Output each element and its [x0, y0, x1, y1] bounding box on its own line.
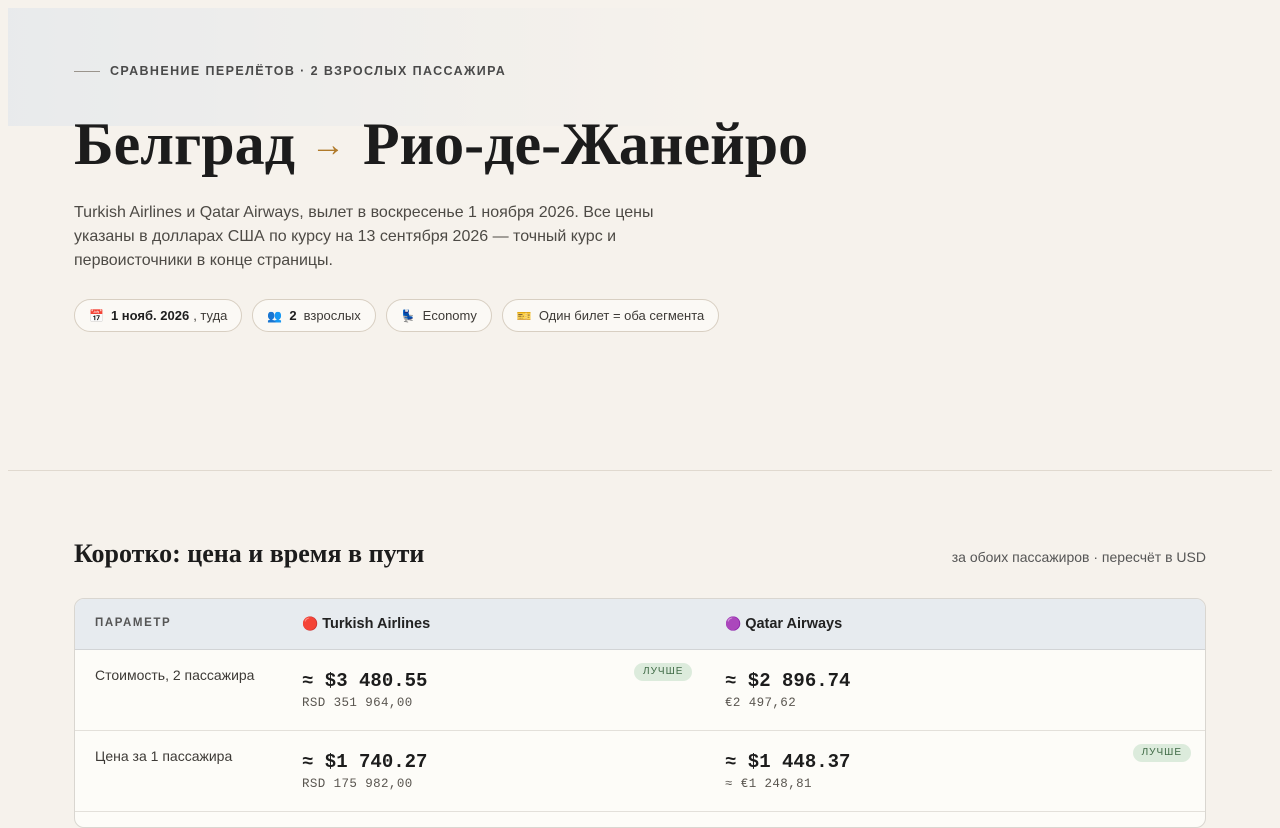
section-note: за обоих пассажиров · пересчёт в USD	[951, 549, 1206, 565]
arrow-icon: →	[310, 127, 345, 164]
price-original: ≈ €1 248,81	[725, 777, 812, 791]
seat-icon: 💺	[400, 308, 416, 323]
page-title: Белград → Рио-де-Жанейро	[74, 108, 808, 182]
price-original: RSD 175 982,00	[302, 777, 413, 791]
ticket-icon: 🎫	[516, 308, 532, 323]
row-label: Стоимость, 2 пассажира	[95, 667, 255, 683]
price-value: ≈ $1 448.37	[725, 751, 851, 773]
purple-circle-icon: 🟣	[725, 616, 742, 631]
comparison-table: ПАРАМЕТР 🔴 Turkish Airlines 🟣 Qatar Airw…	[74, 598, 1206, 828]
calendar-icon: 📅	[89, 308, 104, 323]
chip-date-value: 1 нояб. 2026	[110, 308, 190, 323]
eyebrow: СРАВНЕНИЕ ПЕРЕЛЁТОВ · 2 ВЗРОСЛЫХ ПАССАЖИ…	[74, 64, 506, 78]
header-turkish-airlines: 🔴 Turkish Airlines	[302, 599, 430, 649]
table-header: ПАРАМЕТР 🔴 Turkish Airlines 🟣 Qatar Airw…	[75, 599, 1205, 650]
better-badge: ЛУЧШЕ	[634, 663, 693, 681]
header-parameter: ПАРАМЕТР	[95, 617, 172, 629]
chip-date-suffix: , туда	[193, 308, 228, 323]
table-row: Стоимость, 2 пассажира ≈ $3 480.55 RSD 3…	[75, 650, 1205, 731]
header-qatar-airways: 🟣 Qatar Airways	[725, 599, 842, 649]
cell-turkish: ≈ $3 480.55 RSD 351 964,00	[302, 669, 427, 710]
airline-name: Qatar Airways	[745, 616, 843, 632]
row-label: Цена за 1 пассажира	[95, 748, 233, 764]
cell-qatar: ≈ $1 448.37 ≈ €1 248,81	[725, 750, 850, 791]
chip-cabin-label: Economy	[422, 308, 477, 323]
section-title: Коротко: цена и время в пути	[74, 539, 425, 568]
chip-date[interactable]: 📅 1 нояб. 2026 , туда	[74, 299, 243, 332]
price-value: ≈ $2 896.74	[725, 670, 851, 692]
people-icon: 👥	[267, 308, 283, 323]
chip-cabin-class[interactable]: 💺 Economy	[385, 299, 492, 332]
chip-ticket-label: Один билет = оба сегмента	[538, 308, 705, 323]
chip-passengers-label: взрослых	[303, 308, 361, 323]
origin-city: Белград	[74, 111, 295, 177]
section-divider	[8, 470, 1272, 471]
chip-passengers-count: 2	[289, 308, 297, 323]
eyebrow-text: СРАВНЕНИЕ ПЕРЕЛЁТОВ · 2 ВЗРОСЛЫХ ПАССАЖИ…	[110, 64, 507, 78]
destination-city: Рио-де-Жанейро	[362, 111, 809, 177]
filter-chips: 📅 1 нояб. 2026 , туда 👥 2 взрослых 💺 Eco…	[74, 299, 720, 332]
cell-qatar: ≈ $2 896.74 €2 497,62	[725, 669, 850, 710]
chip-passengers[interactable]: 👥 2 взрослых	[252, 299, 376, 332]
better-badge: ЛУЧШЕ	[1132, 744, 1191, 762]
eyebrow-rule	[74, 70, 100, 72]
airline-name: Turkish Airlines	[322, 616, 431, 632]
price-value: ≈ $1 740.27	[302, 751, 428, 773]
red-circle-icon: 🔴	[302, 616, 319, 631]
subtitle: Turkish Airlines и Qatar Airways, вылет …	[74, 204, 654, 269]
price-original: €2 497,62	[725, 696, 797, 710]
price-value: ≈ $3 480.55	[302, 670, 428, 692]
price-original: RSD 351 964,00	[302, 696, 413, 710]
chip-ticket-type[interactable]: 🎫 Один билет = оба сегмента	[501, 299, 720, 332]
cell-turkish: ≈ $1 740.27 RSD 175 982,00	[302, 750, 427, 791]
